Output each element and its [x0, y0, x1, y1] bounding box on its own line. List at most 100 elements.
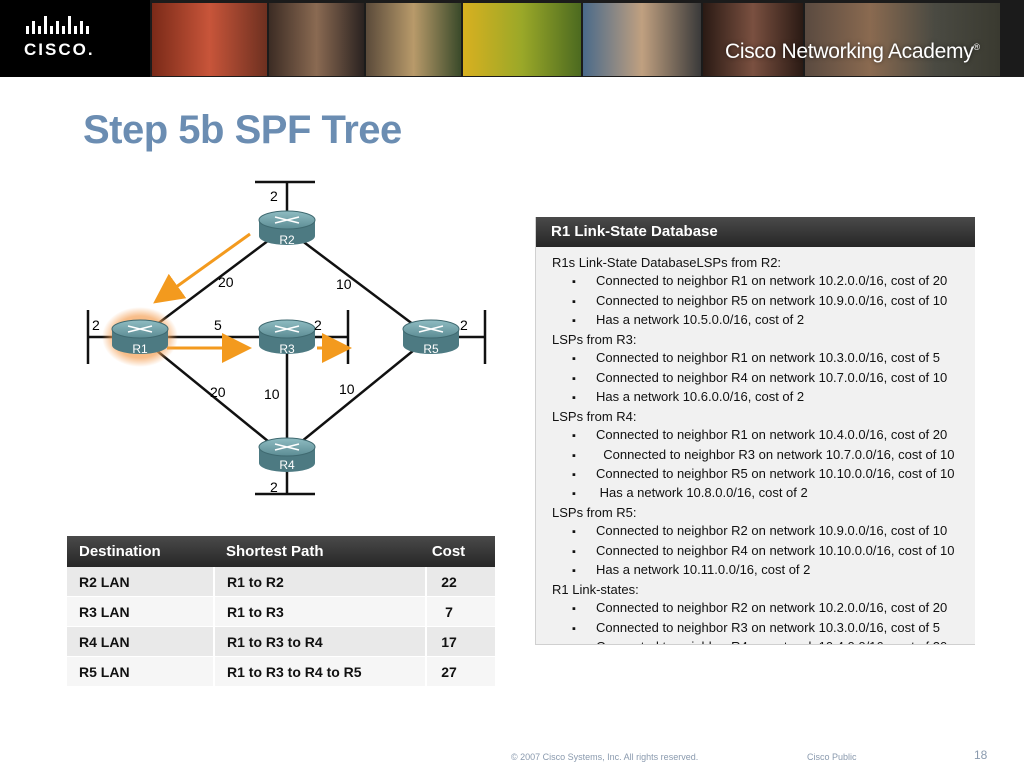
path-cell: R1 to R3 to R4	[214, 626, 427, 657]
lsdb-line-text: LSPs from R5:	[552, 504, 637, 520]
lsdb-list-item: ▪Connected to neighbor R4 on network 10.…	[552, 369, 975, 388]
bullet-icon: ▪	[572, 315, 576, 328]
lsdb-line-text: Connected to neighbor R3 on network 10.3…	[596, 619, 941, 635]
lsdb-list-item: ▪ Connected to neighbor R3 on network 10.…	[552, 619, 975, 638]
cost-label-r1-r3: 5	[214, 317, 222, 333]
router-r3-label: R3	[279, 342, 295, 356]
lsdb-section-heading: R1s Link-State DatabaseLSPs from R2:	[552, 254, 975, 272]
lsdb-line-text: Connected to neighbor R4 on network 10.1…	[596, 542, 955, 558]
destination-cell: R2 LAN	[67, 567, 215, 597]
bullet-icon: ▪	[572, 565, 576, 578]
academy-name: Cisco Networking Academy	[725, 40, 974, 63]
slide-title: Step 5b SPF Tree	[83, 108, 402, 152]
path-cell: R1 to R2	[214, 567, 427, 597]
topology-svg: R2 R1 R3 R5 R4 20 10 5 20 10 10 2 2 2 2 …	[86, 180, 487, 496]
table-row: R5 LAN R1 to R3 to R4 to R5 27	[67, 656, 495, 687]
page-number: 18	[974, 748, 988, 762]
router-r1: R1	[111, 319, 169, 356]
lsdb-title: R1 Link-State Database	[536, 217, 975, 247]
lsdb-line-text: Connected to neighbor R3 on network 10.7…	[596, 446, 955, 462]
link-r2-r5	[284, 227, 431, 338]
lsdb-list-item: ▪ Connected to neighbor R2 on network 10.…	[552, 599, 975, 618]
lsdb-line-text: Connected to neighbor R2 on network 10.2…	[596, 600, 948, 616]
lsdb-list-item: ▪Connected to neighbor R4 on network 10.…	[552, 638, 975, 644]
lsdb-entries: R1s Link-State DatabaseLSPs from R2: ▪ Con…	[536, 247, 975, 644]
lsdb-list-item: ▪ Has a network 10.8.0.0/16, cost of 2	[552, 484, 975, 503]
lsdb-line-text: Connected to neighbor R5 on network 10.9…	[596, 292, 948, 308]
table-row: R3 LAN R1 to R3 7	[67, 596, 495, 627]
router-r2: R2	[258, 210, 316, 247]
lsdb-line-text: Has a network 10.6.0.0/16, cost of 2	[596, 389, 805, 405]
banner-photo	[583, 3, 701, 76]
cost-label-r3-r4: 10	[264, 386, 280, 402]
banner-photo	[366, 3, 461, 76]
bullet-icon: ▪	[572, 526, 576, 539]
router-r2-label: R2	[279, 233, 295, 247]
cost-label-r4-r5: 10	[339, 381, 355, 397]
lsdb-section-heading: LSPs from R4:	[552, 408, 975, 426]
lan-cost-r2: 2	[270, 188, 278, 204]
bullet-icon: ▪	[572, 468, 576, 481]
cost-label-r1-r4: 20	[210, 384, 226, 400]
lsdb-list-item: ▪ Connected to neighbor R3 on network 10…	[552, 446, 975, 465]
path-cell: R1 to R3	[214, 596, 427, 627]
cost-label-r2-r5: 10	[336, 276, 352, 292]
lsdb-section-heading: LSPs from R3:	[552, 331, 975, 349]
lsdb-list-item: ▪ Connected to neighbor R2 on network 10.…	[552, 522, 975, 541]
lsdb-line-text: Connected to neighbor R4 on network 10.4…	[596, 639, 947, 644]
cisco-logo-text: CISCO.	[24, 40, 95, 59]
cost-cell: 27	[426, 656, 495, 687]
cost-cell: 22	[426, 567, 495, 597]
networking-academy-logo: Cisco Networking Academy®	[725, 40, 980, 64]
link-r4-r5	[284, 336, 431, 456]
lan-cost-r1: 2	[92, 317, 100, 333]
router-r1-label: R1	[132, 342, 148, 356]
cost-cell: 7	[426, 596, 495, 627]
router-r5: R5	[402, 319, 460, 356]
bullet-icon: ▪	[572, 392, 576, 405]
bullet-icon: ▪	[572, 639, 596, 644]
router-r4-label: R4	[279, 458, 295, 472]
router-r4: R4	[258, 437, 316, 472]
column-header-destination: Destination	[67, 536, 214, 567]
lsdb-line-text: Has a network 10.5.0.0/16, cost of 2	[596, 312, 805, 328]
table-header-row: Destination Shortest Path Cost	[67, 536, 495, 567]
destination-cell: R5 LAN	[67, 656, 215, 687]
lan-cost-r5: 2	[460, 317, 468, 333]
bullet-icon: ▪	[572, 353, 576, 366]
link-state-database-panel: R1 Link-State Database R1s Link-State Da…	[535, 217, 975, 645]
bullet-icon: ▪	[572, 545, 576, 558]
bullet-icon: ▪	[572, 372, 576, 385]
bullet-icon: ▪	[572, 622, 576, 635]
cisco-bridge-icon	[26, 16, 89, 34]
cost-cell: 17	[426, 626, 495, 657]
bullet-icon: ▪	[572, 295, 576, 308]
bullet-icon: ▪	[572, 603, 576, 616]
column-header-cost: Cost	[426, 536, 495, 567]
shortest-path-table: Destination Shortest Path Cost R2 LAN R1…	[67, 536, 495, 687]
bullet-icon: ▪	[572, 276, 576, 289]
lsdb-line-text: Connected to neighbor R1 on network 10.4…	[596, 427, 948, 443]
lsdb-line-text: LSPs from R4:	[552, 408, 637, 424]
lsdb-list-item: ▪ Connected to neighbor R5 on network 10.…	[552, 465, 975, 484]
cisco-logo: CISCO.	[0, 0, 150, 77]
lsdb-section-heading: LSPs from R5:	[552, 504, 975, 522]
lan-cost-r4: 2	[270, 479, 278, 495]
table-row: R4 LAN R1 to R3 to R4 17	[67, 626, 495, 657]
router-r3: R3	[258, 319, 316, 356]
table-row: R2 LAN R1 to R2 22	[67, 567, 495, 597]
lsdb-line-text: R1s Link-State DatabaseLSPs from R2:	[552, 255, 782, 270]
destination-cell: R3 LAN	[67, 596, 215, 627]
banner-photo	[152, 3, 267, 76]
lsdb-line-text: Has a network 10.11.0.0/16, cost of 2	[596, 562, 811, 578]
lsdb-list-item: ▪ Connected to neighbor R1 on network 10.…	[552, 272, 975, 291]
lsdb-line-text: Connected to neighbor R5 on network 10.1…	[596, 465, 955, 481]
lsdb-list-item: ▪ Has a network 10.6.0.0/16, cost of 2	[552, 388, 975, 407]
bullet-icon: ▪	[572, 430, 576, 443]
lsdb-list-item: ▪ Has a network 10.11.0.0/16, cost of 2	[552, 561, 975, 580]
lan-cost-r3: 2	[314, 317, 322, 333]
spf-topology-diagram: R2 R1 R3 R5 R4 20 10 5 20 10 10 2 2 2 2 …	[70, 170, 510, 510]
lsdb-list-item: ▪ Connected to neighbor R4 on network 10.…	[552, 542, 975, 561]
footer-copyright: © 2007 Cisco Systems, Inc. All rights re…	[511, 752, 699, 762]
lsdb-line-text: Connected to neighbor R2 on network 10.9…	[596, 523, 948, 539]
